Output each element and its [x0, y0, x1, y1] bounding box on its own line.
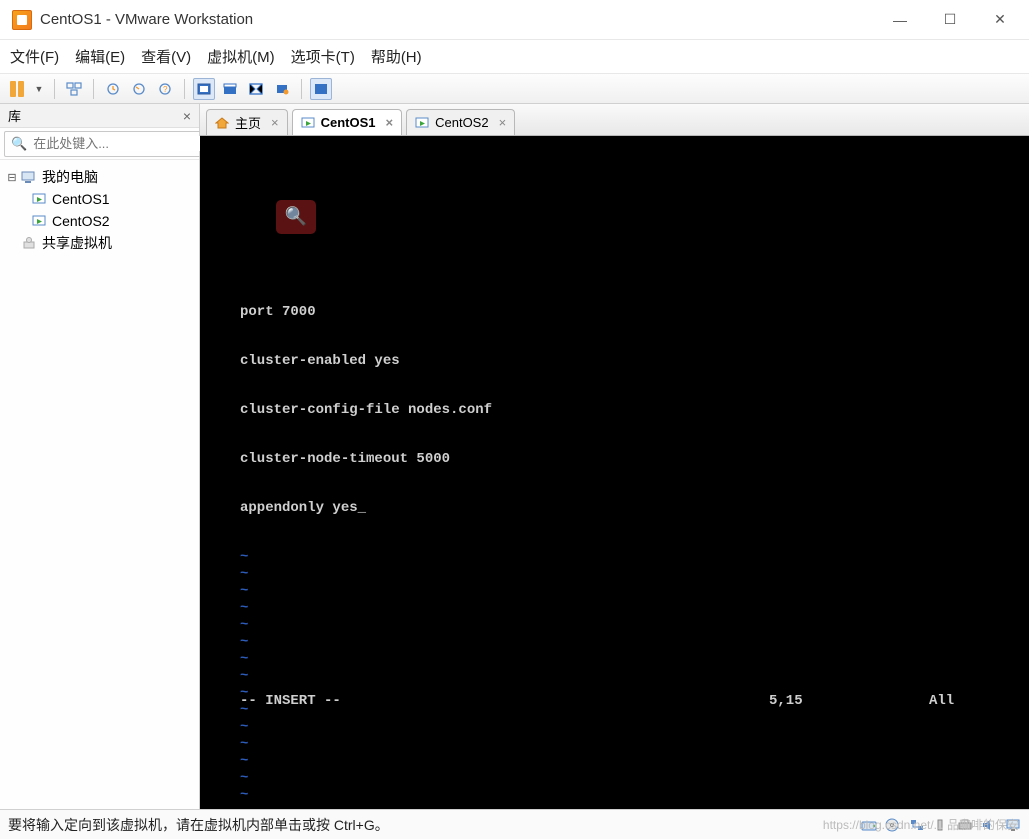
tab-label: 主页: [235, 113, 261, 132]
tree-label: CentOS1: [52, 191, 110, 207]
tree-shared-vms[interactable]: 共享虚拟机: [0, 232, 199, 254]
tab-centos2[interactable]: CentOS2 ×: [406, 109, 515, 135]
tree-label: CentOS2: [52, 213, 110, 229]
search-input[interactable]: [33, 136, 209, 151]
vim-tilde: ~: [240, 566, 1029, 583]
manage-snapshot-button[interactable]: ?: [154, 78, 176, 100]
svg-text:?: ?: [163, 85, 168, 94]
app-icon: [12, 10, 32, 30]
menu-help[interactable]: 帮助(H): [371, 46, 422, 67]
vim-mode: -- INSERT --: [240, 693, 769, 709]
menu-view[interactable]: 查看(V): [141, 46, 191, 67]
console-line: port 7000: [240, 304, 1029, 321]
menu-tabs[interactable]: 选项卡(T): [291, 46, 355, 67]
status-text: 要将输入定向到该虚拟机，请在虚拟机内部单击或按 Ctrl+G。: [8, 815, 861, 835]
content-area: 主页 × CentOS1 × CentOS2 × 🔍 port 7000 clu…: [200, 104, 1029, 809]
take-snapshot-button[interactable]: [102, 78, 124, 100]
vm-icon: [415, 116, 429, 130]
vim-tilde: ~: [240, 719, 1029, 736]
window-title: CentOS1 - VMware Workstation: [40, 11, 875, 28]
shared-icon: [20, 235, 38, 251]
tree-item-centos1[interactable]: CentOS1: [0, 188, 199, 210]
snapshot-button[interactable]: [63, 78, 85, 100]
tab-close-icon[interactable]: ×: [271, 115, 279, 130]
vim-tilde: ~: [240, 668, 1029, 685]
vim-cursor-position: 5,15: [769, 693, 929, 709]
minimize-button[interactable]: —: [875, 2, 925, 38]
search-box[interactable]: 🔍 ▼: [4, 131, 232, 157]
vm-icon: [301, 116, 315, 130]
tree-label: 共享虚拟机: [42, 233, 112, 253]
toolbar-separator: [184, 79, 185, 99]
close-button[interactable]: ✕: [975, 2, 1025, 38]
vm-console[interactable]: 🔍 port 7000 cluster-enabled yes cluster-…: [200, 136, 1029, 809]
toolbar-separator: [93, 79, 94, 99]
vm-icon: [30, 191, 48, 207]
menu-file[interactable]: 文件(F): [10, 46, 59, 67]
vim-tilde: ~: [240, 583, 1029, 600]
menu-edit[interactable]: 编辑(E): [75, 46, 125, 67]
tree-root-my-computer[interactable]: ⊟ 我的电脑: [0, 166, 199, 188]
dropdown-button[interactable]: ▼: [32, 78, 46, 100]
sidebar-title: 库: [8, 106, 21, 125]
sidebar-close-icon[interactable]: ×: [183, 108, 191, 124]
menu-vm[interactable]: 虚拟机(M): [207, 46, 275, 67]
vim-status-line: -- INSERT -- 5,15 All: [240, 693, 989, 709]
tree-item-centos2[interactable]: CentOS2: [0, 210, 199, 232]
home-icon: [215, 116, 229, 130]
console-line: cluster-config-file nodes.conf: [240, 402, 1029, 419]
sidebar-search: 🔍 ▼: [0, 128, 199, 160]
vim-tilde: ~: [240, 736, 1029, 753]
vim-tilde: ~: [240, 617, 1029, 634]
tab-label: CentOS2: [435, 115, 488, 130]
console-line: appendonly yes: [240, 500, 1029, 517]
revert-snapshot-button[interactable]: [128, 78, 150, 100]
tab-close-icon[interactable]: ×: [499, 115, 507, 130]
unity-button[interactable]: [219, 78, 241, 100]
vim-tilde: ~: [240, 651, 1029, 668]
search-icon: 🔍: [11, 136, 27, 152]
maximize-button[interactable]: ☐: [925, 2, 975, 38]
toolbar: ▼ ?: [0, 74, 1029, 104]
tab-centos1[interactable]: CentOS1 ×: [292, 109, 403, 135]
stretch-button[interactable]: [271, 78, 293, 100]
search-overlay-icon: 🔍: [276, 200, 316, 234]
vim-tilde: ~: [240, 804, 1029, 809]
tab-close-icon[interactable]: ×: [386, 115, 394, 130]
console-view-button[interactable]: [245, 78, 267, 100]
sidebar: 库 × 🔍 ▼ ⊟ 我的电脑 CentOS1 CentOS2: [0, 104, 200, 809]
window-controls: — ☐ ✕: [875, 2, 1025, 38]
vim-tilde: ~: [240, 600, 1029, 617]
collapse-icon[interactable]: ⊟: [6, 171, 18, 184]
tab-label: CentOS1: [321, 115, 376, 130]
console-line: cluster-enabled yes: [240, 353, 1029, 370]
sidebar-header: 库 ×: [0, 104, 199, 128]
tree-label: 我的电脑: [42, 167, 98, 187]
tab-home[interactable]: 主页 ×: [206, 109, 288, 135]
vim-tilde: ~: [240, 634, 1029, 651]
library-tree: ⊟ 我的电脑 CentOS1 CentOS2 共享虚拟机: [0, 160, 199, 809]
computer-icon: [20, 169, 38, 185]
tab-bar: 主页 × CentOS1 × CentOS2 ×: [200, 104, 1029, 136]
vim-scroll: All: [929, 693, 989, 709]
main-area: 库 × 🔍 ▼ ⊟ 我的电脑 CentOS1 CentOS2: [0, 104, 1029, 809]
menu-bar: 文件(F) 编辑(E) 查看(V) 虚拟机(M) 选项卡(T) 帮助(H): [0, 40, 1029, 74]
fullscreen-button[interactable]: [193, 78, 215, 100]
exit-fullscreen-button[interactable]: [310, 78, 332, 100]
vim-tilde: ~: [240, 787, 1029, 804]
toolbar-separator: [54, 79, 55, 99]
console-line: cluster-node-timeout 5000: [240, 451, 1029, 468]
vm-icon: [30, 213, 48, 229]
vim-tilde: ~: [240, 753, 1029, 770]
vim-tilde: ~: [240, 770, 1029, 787]
title-bar: CentOS1 - VMware Workstation — ☐ ✕: [0, 0, 1029, 40]
power-button[interactable]: [6, 78, 28, 100]
vim-tilde: ~: [240, 549, 1029, 566]
toolbar-separator: [301, 79, 302, 99]
watermark: https://blog.csdn.net/... 品咖啡的保安: [823, 816, 1019, 833]
